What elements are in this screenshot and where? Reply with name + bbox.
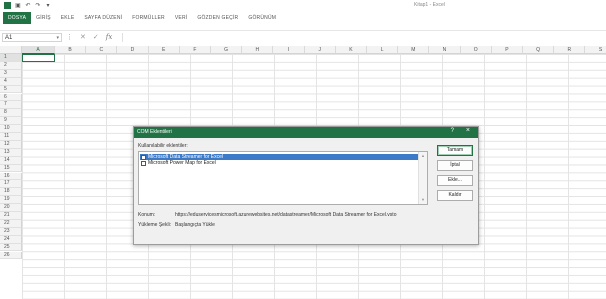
column-header-s[interactable]: S	[585, 46, 606, 54]
row-header-19[interactable]: 19	[0, 196, 22, 205]
row-header-26[interactable]: 26	[0, 251, 22, 260]
row-header-1[interactable]: 1	[0, 54, 22, 62]
formula-bar-icons: ⋮ ✕ ✓ fx	[66, 33, 112, 41]
addins-list-label: Kullanılabilir eklentiler:	[138, 143, 188, 149]
ribbon-tabs: DOSYA GİRİŞ EKLE SAYFA DÜZENİ FORMÜLLER …	[0, 12, 281, 24]
enter-icon[interactable]: ✓	[93, 33, 99, 41]
active-cell[interactable]	[22, 54, 55, 62]
dialog-title: COM Eklentileri	[137, 129, 172, 135]
help-icon[interactable]: ?	[451, 128, 454, 134]
column-header-i[interactable]: I	[273, 46, 305, 54]
com-addins-dialog: COM Eklentileri ? × Kullanılabilir eklen…	[133, 126, 479, 245]
row-header-3[interactable]: 3	[0, 69, 22, 78]
column-header-p[interactable]: P	[491, 46, 523, 54]
row-header-5[interactable]: 5	[0, 85, 22, 94]
list-item[interactable]: Microsoft Power Map for Excel	[140, 160, 418, 166]
tab-view[interactable]: GÖRÜNÜM	[243, 12, 281, 24]
quick-access-toolbar: ▣ ↶ ↷ ▾	[4, 2, 51, 9]
tab-review[interactable]: GÖZDEN GEÇİR	[192, 12, 243, 24]
name-box-value: A1	[5, 35, 13, 41]
tab-home[interactable]: GİRİŞ	[31, 12, 56, 24]
window-title: Kitap1 - Excel	[414, 2, 445, 8]
insert-function-icon[interactable]: fx	[106, 33, 113, 41]
close-icon[interactable]: ×	[466, 127, 470, 134]
excel-logo-icon	[4, 2, 11, 9]
tab-page-layout[interactable]: SAYFA DÜZENİ	[79, 12, 127, 24]
row-header-17[interactable]: 17	[0, 180, 22, 189]
row-header-18[interactable]: 18	[0, 188, 22, 197]
tab-file[interactable]: DOSYA	[3, 12, 32, 24]
location-label: Konum:	[138, 212, 156, 218]
load-behavior-value: Başlangıçta Yükle	[175, 222, 215, 228]
column-header-h[interactable]: H	[242, 46, 274, 54]
row-header-23[interactable]: 23	[0, 227, 22, 236]
formula-input[interactable]	[122, 33, 604, 42]
name-box[interactable]: A1 ▾	[2, 33, 62, 42]
column-header-r[interactable]: R	[554, 46, 586, 54]
column-header-c[interactable]: C	[86, 46, 118, 54]
listbox-scrollbar[interactable]: ▲ ▼	[418, 152, 427, 204]
row-header-12[interactable]: 12	[0, 140, 22, 149]
row-header-24[interactable]: 24	[0, 235, 22, 244]
load-behavior-label: Yükleme Şekli:	[138, 222, 172, 228]
row-header-13[interactable]: 13	[0, 148, 22, 157]
redo-icon[interactable]: ↷	[35, 3, 41, 9]
formula-bar: A1 ▾ ⋮ ✕ ✓ fx	[0, 30, 606, 42]
row-header-8[interactable]: 8	[0, 109, 22, 118]
column-header-f[interactable]: F	[179, 46, 211, 54]
scroll-down-icon[interactable]: ▼	[419, 196, 427, 204]
save-icon[interactable]: ▣	[15, 3, 21, 9]
column-header-m[interactable]: M	[398, 46, 430, 54]
location-value: https://eduservicesmicrosoft.azurewebsit…	[175, 212, 397, 218]
column-header-j[interactable]: J	[304, 46, 336, 54]
row-header-15[interactable]: 15	[0, 164, 22, 173]
column-header-l[interactable]: L	[367, 46, 399, 54]
row-header-14[interactable]: 14	[0, 156, 22, 165]
chevron-down-icon[interactable]: ▾	[56, 34, 59, 42]
undo-icon[interactable]: ↶	[25, 3, 31, 9]
column-header-k[interactable]: K	[335, 46, 367, 54]
cancel-icon[interactable]: ✕	[80, 33, 86, 41]
row-header-6[interactable]: 6	[0, 93, 22, 102]
select-all-corner[interactable]	[0, 46, 22, 54]
column-header-a[interactable]: A	[22, 46, 55, 54]
row-header-9[interactable]: 9	[0, 117, 22, 126]
addin-checkbox[interactable]	[141, 154, 146, 160]
column-header-q[interactable]: Q	[523, 46, 555, 54]
row-header-16[interactable]: 16	[0, 172, 22, 181]
column-header-b[interactable]: B	[55, 46, 87, 54]
more-icon: ⋮	[66, 34, 73, 41]
ok-button[interactable]: Tamam	[437, 145, 473, 156]
row-header-7[interactable]: 7	[0, 101, 22, 110]
column-header-o[interactable]: O	[460, 46, 492, 54]
tab-formulas[interactable]: FORMÜLLER	[127, 12, 170, 24]
dialog-titlebar: COM Eklentileri ? ×	[134, 127, 478, 138]
column-header-n[interactable]: N	[429, 46, 461, 54]
tab-insert[interactable]: EKLE	[56, 12, 80, 24]
column-header-g[interactable]: G	[211, 46, 243, 54]
remove-button[interactable]: Kaldır	[437, 190, 473, 201]
column-header-e[interactable]: E	[148, 46, 180, 54]
addin-checkbox[interactable]	[141, 160, 146, 166]
row-header-21[interactable]: 21	[0, 212, 22, 220]
column-header-d[interactable]: D	[117, 46, 149, 54]
add-button[interactable]: Ekle...	[437, 175, 473, 186]
row-header-2[interactable]: 2	[0, 61, 22, 70]
row-header-11[interactable]: 11	[0, 133, 22, 141]
cancel-button[interactable]: İptal	[437, 160, 473, 171]
addin-label: Microsoft Power Map for Excel	[148, 160, 216, 166]
scroll-up-icon[interactable]: ▲	[419, 152, 427, 160]
tab-data[interactable]: VERİ	[170, 12, 192, 24]
customize-qat-icon[interactable]: ▾	[45, 3, 51, 9]
title-bar: ▣ ↶ ↷ ▾ Kitap1 - Excel	[0, 0, 606, 11]
row-header-20[interactable]: 20	[0, 204, 22, 212]
row-header-10[interactable]: 10	[0, 125, 22, 133]
row-header-4[interactable]: 4	[0, 77, 22, 86]
row-header-25[interactable]: 25	[0, 243, 22, 252]
row-header-22[interactable]: 22	[0, 219, 22, 228]
addins-listbox[interactable]: Microsoft Data Streamer for Excel Micros…	[138, 151, 428, 205]
